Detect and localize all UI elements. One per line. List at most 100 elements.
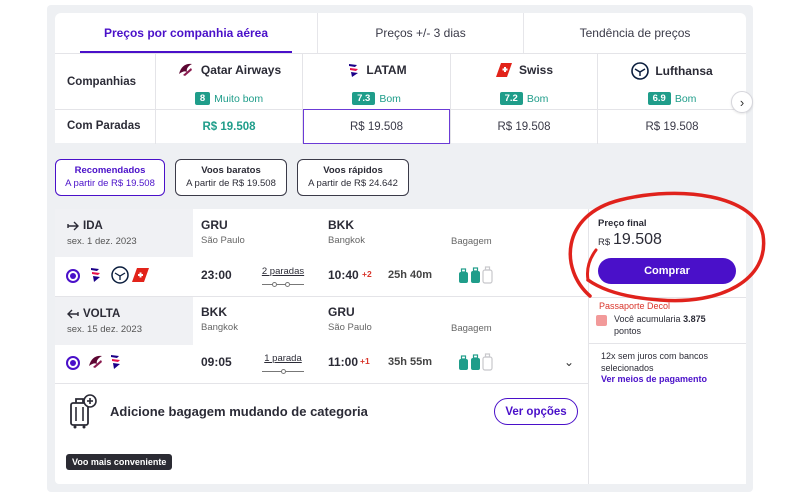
convenient-flight-badge: Voo mais conveniente	[66, 454, 173, 470]
plane-return-icon	[67, 309, 79, 319]
leg-header-inbound: VOLTA sex. 15 dez. 2023	[55, 297, 193, 345]
leg-direction: IDA	[67, 220, 103, 232]
score-badge: 6.9	[647, 92, 671, 105]
passport-icon	[596, 315, 607, 326]
tab-label: Tendência de preços	[579, 26, 691, 40]
buy-button[interactable]: Comprar	[598, 258, 736, 284]
airline-rating: 7.2 Bom	[451, 92, 597, 105]
score-badge: 7.3	[352, 92, 376, 105]
divider	[55, 109, 155, 110]
flight-card: IDA sex. 1 dez. 2023 GRU São Paulo BKK B…	[55, 209, 588, 484]
destination-code: BKK	[328, 218, 354, 232]
leg-date: sex. 15 dez. 2023	[67, 324, 142, 335]
origin-city: Bangkok	[201, 322, 238, 333]
day-offset: +1	[360, 356, 370, 366]
leg-direction: VOLTA	[67, 308, 120, 320]
stop-dot	[281, 369, 286, 374]
baggage-label: Bagagem	[451, 323, 492, 334]
leg-date: sex. 1 dez. 2023	[67, 236, 137, 247]
installments-text: 12x sem juros com bancos selecionados	[601, 351, 709, 373]
chevron-right-icon: ›	[739, 94, 745, 110]
tab-airline-prices[interactable]: Preços por companhia aérea	[55, 13, 318, 53]
destination-city: Bangkok	[328, 235, 365, 246]
airline-price-latam[interactable]: R$ 19.508	[303, 109, 450, 144]
divider	[589, 343, 746, 344]
airline-column-latam[interactable]: LATAM 7.3 Bom R$ 19.508	[302, 54, 450, 144]
origin-code: BKK	[201, 305, 227, 319]
sort-subtitle: A partir de R$ 24.642	[308, 177, 398, 189]
airline-logos-icon	[91, 266, 149, 284]
flight-duration: 35h 55m	[388, 356, 433, 368]
divider	[589, 297, 746, 298]
score-badge: 8	[194, 92, 211, 105]
airline-name-latam: LATAM	[303, 62, 450, 78]
chevron-down-icon[interactable]: ⌄	[564, 355, 574, 369]
departure-time: 23:00	[201, 268, 232, 282]
sort-subtitle: A partir de R$ 19.508	[65, 177, 155, 189]
destination-code: GRU	[328, 305, 355, 319]
payment-methods-link[interactable]: Ver meios de pagamento	[601, 374, 707, 384]
airline-column-lufthansa[interactable]: Lufthansa 6.9 Bom R$ 19.508	[597, 54, 746, 144]
stops-link[interactable]: 1 parada	[253, 353, 313, 364]
sort-title: Voos baratos	[201, 164, 261, 176]
stop-dot	[285, 282, 290, 287]
tab-plus-minus-3-days[interactable]: Preços +/- 3 dias	[318, 13, 524, 53]
inbound-flight-radio[interactable]	[66, 356, 80, 370]
add-baggage-title: Adicione bagagem mudando de categoria	[110, 404, 368, 419]
latam-logo-icon	[349, 64, 359, 77]
see-options-button[interactable]: Ver opções	[494, 398, 578, 425]
swiss-logo-icon	[495, 63, 512, 77]
sort-recommended-button[interactable]: Recomendados A partir de R$ 19.508	[55, 159, 165, 196]
arrival-time: 10:40	[328, 268, 359, 282]
arrival-time: 11:00	[328, 355, 359, 369]
airline-price-lufthansa[interactable]: R$ 19.508	[598, 109, 746, 144]
flight-duration: 25h 40m	[388, 269, 433, 281]
stop-dot	[272, 282, 277, 287]
departure-time: 09:05	[201, 355, 232, 369]
tab-price-trend[interactable]: Tendência de preços	[524, 13, 746, 53]
price-panel: Preço final R$ 19.508 Comprar Passaporte…	[588, 209, 746, 484]
final-price-label: Preço final	[598, 218, 647, 229]
tab-label: Preços por companhia aérea	[103, 26, 269, 40]
airline-rating: 6.9 Bom	[598, 92, 746, 105]
lufthansa-logo-icon	[631, 62, 650, 80]
origin-code: GRU	[201, 218, 228, 232]
qatar-logo-icon	[178, 63, 192, 76]
row-label-stops: Com Paradas	[67, 120, 141, 132]
destination-city: São Paulo	[328, 322, 372, 333]
airline-comparison-table: Companhias Com Paradas Qatar Airways 8 Mu…	[55, 53, 746, 144]
stops-link[interactable]: 2 paradas	[253, 266, 313, 277]
day-offset: +2	[362, 269, 372, 279]
passport-title: Passaporte Decol	[599, 301, 671, 311]
row-label-companies: Companhias	[67, 76, 137, 88]
airline-column-swiss[interactable]: Swiss 7.2 Bom R$ 19.508	[450, 54, 597, 144]
stops-line	[262, 284, 304, 285]
price-tabs: Preços por companhia aérea Preços +/- 3 …	[55, 13, 746, 53]
rating-label: Muito bom	[214, 92, 264, 105]
plane-departure-icon	[67, 221, 79, 231]
tab-label: Preços +/- 3 dias	[375, 26, 466, 40]
airline-rating: 8 Muito bom	[156, 92, 302, 105]
suitcase-plus-icon	[70, 394, 97, 429]
sort-cheapest-button[interactable]: Voos baratos A partir de R$ 19.508	[175, 159, 287, 196]
next-airlines-button[interactable]: ›	[731, 91, 753, 113]
rating-label: Bom	[674, 92, 697, 105]
airline-logos-icon	[89, 355, 120, 369]
airline-rating: 7.3 Bom	[303, 92, 450, 105]
baggage-label: Bagagem	[451, 236, 492, 247]
final-price-value: 19.508	[613, 231, 662, 248]
score-badge: 7.2	[499, 92, 523, 105]
outbound-flight-radio[interactable]	[66, 269, 80, 283]
points-text: Você acumularia 3.875 pontos	[614, 314, 706, 337]
airline-price-swiss[interactable]: R$ 19.508	[451, 109, 597, 144]
airline-column-qatar[interactable]: Qatar Airways 8 Muito bom R$ 19.508	[155, 54, 302, 144]
sort-subtitle: A partir de R$ 19.508	[186, 177, 276, 189]
airline-name-lufthansa: Lufthansa	[598, 62, 746, 80]
rating-label: Bom	[379, 92, 401, 105]
airline-price-qatar[interactable]: R$ 19.508	[156, 109, 302, 144]
airline-name-swiss: Swiss	[451, 62, 597, 78]
currency-symbol: R$	[598, 237, 611, 248]
origin-city: São Paulo	[201, 235, 245, 246]
sort-title: Voos rápidos	[323, 164, 383, 176]
sort-fastest-button[interactable]: Voos rápidos A partir de R$ 24.642	[297, 159, 409, 196]
